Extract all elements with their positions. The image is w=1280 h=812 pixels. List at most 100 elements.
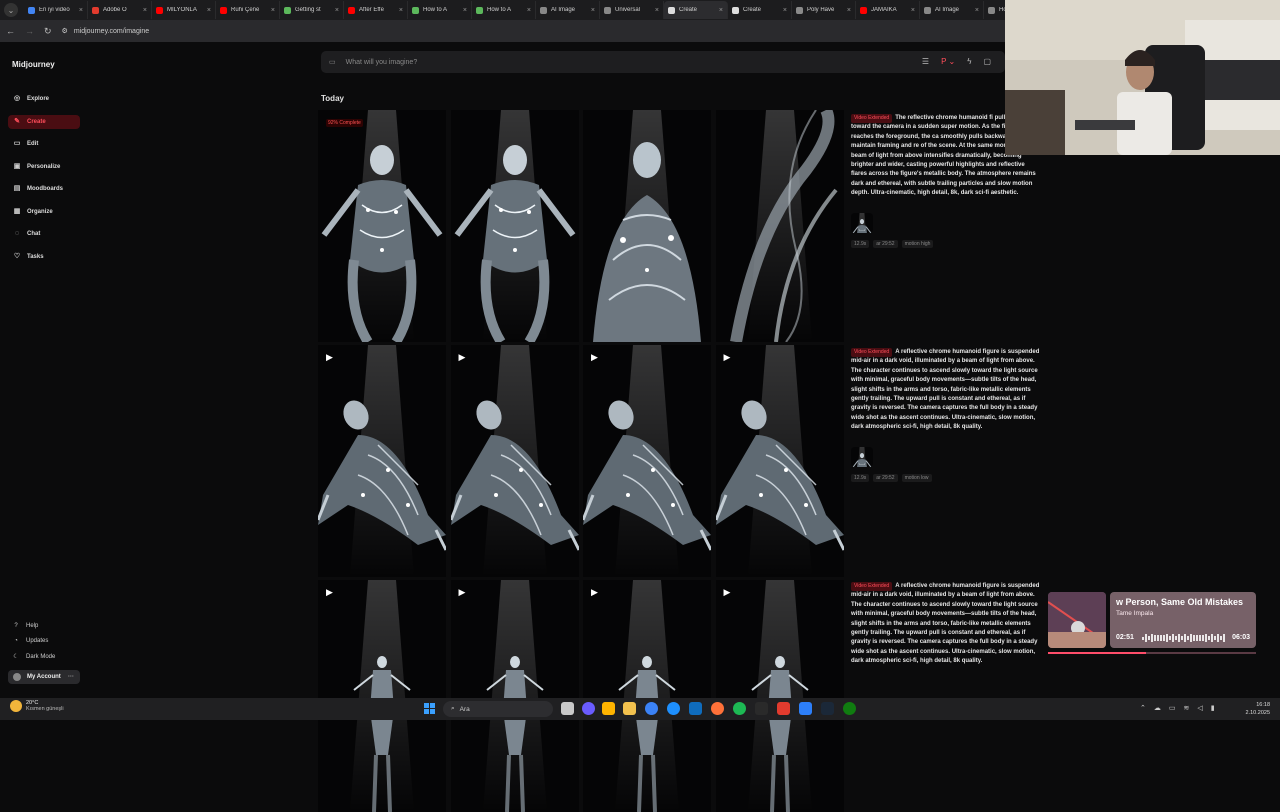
- edge-icon[interactable]: [667, 702, 680, 715]
- close-icon[interactable]: ×: [271, 7, 275, 14]
- play-icon[interactable]: ▶: [459, 352, 466, 363]
- close-icon[interactable]: ×: [783, 7, 787, 14]
- site-info-icon[interactable]: ⚙: [62, 27, 68, 35]
- video-tile[interactable]: ▶: [450, 580, 579, 812]
- chrome-icon[interactable]: [645, 702, 658, 715]
- chat-mode-icon[interactable]: ▢: [983, 57, 991, 66]
- play-icon[interactable]: ▶: [326, 587, 333, 598]
- brand-logo[interactable]: Midjourney: [12, 60, 55, 69]
- browser-tab[interactable]: How to A ×: [472, 1, 536, 19]
- sidebar-item-edit[interactable]: ▭ Edit: [8, 137, 80, 151]
- browser-tab[interactable]: Adobe Ö ×: [88, 1, 152, 19]
- copilot-icon[interactable]: [582, 702, 595, 715]
- sidebar-item-personalize[interactable]: ▣ Personalize: [8, 160, 80, 174]
- sidebar-item-explore[interactable]: ◎ Explore: [8, 92, 80, 106]
- video-tile[interactable]: ▶: [318, 580, 446, 812]
- volume-icon[interactable]: ◁: [1197, 704, 1202, 712]
- close-icon[interactable]: ×: [143, 7, 147, 14]
- sidebar-item-create[interactable]: ✎ Create: [8, 115, 80, 129]
- playback-progress[interactable]: [1048, 652, 1256, 654]
- browser-tab[interactable]: AI Image ×: [536, 1, 600, 19]
- browser-tab[interactable]: How to A ×: [408, 1, 472, 19]
- sidebar-updates[interactable]: ◔ Updates: [12, 638, 48, 644]
- video-tile[interactable]: ▶: [715, 345, 844, 577]
- browser-tab[interactable]: After Effe ×: [344, 1, 408, 19]
- sidebar-item-organize[interactable]: ▦ Organize: [8, 205, 80, 219]
- image-upload-icon[interactable]: ▭: [329, 58, 336, 66]
- waveform[interactable]: [1142, 634, 1226, 642]
- cloud-icon[interactable]: ☁: [1154, 704, 1161, 712]
- video-tile[interactable]: [715, 110, 844, 342]
- video-tile[interactable]: 92% Complete: [318, 110, 446, 342]
- tab-search-icon[interactable]: ⌄: [4, 3, 18, 17]
- close-icon[interactable]: ×: [207, 7, 211, 14]
- close-icon[interactable]: ×: [911, 7, 915, 14]
- sidebar-help[interactable]: ? Help: [12, 623, 38, 629]
- xbox-icon[interactable]: [843, 702, 856, 715]
- play-icon[interactable]: ▶: [724, 587, 731, 598]
- speed-icon[interactable]: ϟ: [967, 57, 971, 66]
- play-icon[interactable]: ▶: [591, 352, 598, 363]
- more-icon[interactable]: ···: [68, 674, 74, 680]
- tray-arrow-icon[interactable]: ⌃: [1140, 704, 1146, 712]
- play-icon[interactable]: ▶: [326, 352, 333, 363]
- browser-tab[interactable]: Universal ×: [600, 1, 664, 19]
- close-icon[interactable]: ×: [399, 7, 403, 14]
- steam-icon[interactable]: [821, 702, 834, 715]
- browser-tab[interactable]: MİLYONLA ×: [152, 1, 216, 19]
- close-icon[interactable]: ×: [719, 7, 723, 14]
- sidebar-dark-mode[interactable]: ☾ Dark Mode: [12, 653, 55, 661]
- close-icon[interactable]: ×: [975, 7, 979, 14]
- prompt-input[interactable]: What will you imagine?: [346, 59, 418, 66]
- url-field[interactable]: ⚙ midjourney.com/imagine: [62, 27, 150, 36]
- play-icon[interactable]: ▶: [459, 587, 466, 598]
- sidebar-item-moodboards[interactable]: ▤ Moodboards: [8, 182, 80, 196]
- network-icon[interactable]: ≋: [1184, 704, 1190, 712]
- adobe-icon[interactable]: [777, 702, 790, 715]
- browser-tab[interactable]: Ruhi Çene ×: [216, 1, 280, 19]
- reference-thumbnail[interactable]: [851, 213, 873, 233]
- browser-tab[interactable]: Create ×: [728, 1, 792, 19]
- display-icon[interactable]: ▭: [1169, 704, 1176, 712]
- browser-tab[interactable]: Create ×: [664, 1, 728, 19]
- browser-tab[interactable]: JAMAİKA ×: [856, 1, 920, 19]
- firefox-icon[interactable]: [711, 702, 724, 715]
- sidebar-item-tasks[interactable]: ♡ Tasks: [8, 250, 80, 264]
- browser-tab[interactable]: En iyi video ×: [24, 1, 88, 19]
- files-app-icon[interactable]: [602, 702, 615, 715]
- taskbar-search[interactable]: ⌕ Ara: [443, 701, 553, 717]
- my-account-button[interactable]: My Account ···: [8, 670, 80, 684]
- play-icon[interactable]: ▶: [724, 352, 731, 363]
- close-icon[interactable]: ×: [847, 7, 851, 14]
- file-explorer-icon[interactable]: [623, 702, 636, 715]
- settings-sliders-icon[interactable]: ☰: [922, 57, 929, 66]
- forward-arrow-icon[interactable]: →: [25, 26, 34, 36]
- close-icon[interactable]: ×: [591, 7, 595, 14]
- browser-tab[interactable]: Getting st ×: [280, 1, 344, 19]
- prompt-text[interactable]: Video Extended A reflective chrome humano…: [851, 582, 1041, 678]
- close-icon[interactable]: ×: [335, 7, 339, 14]
- video-tile[interactable]: ▶: [583, 580, 711, 812]
- video-tile[interactable]: ▶: [583, 345, 711, 577]
- personalize-toggle-icon[interactable]: P ⌄: [941, 57, 955, 66]
- video-tile[interactable]: [450, 110, 579, 342]
- reference-thumbnail[interactable]: [851, 447, 873, 467]
- prompt-text[interactable]: Video Extended A reflective chrome humano…: [851, 348, 1041, 433]
- close-icon[interactable]: ×: [463, 7, 467, 14]
- close-icon[interactable]: ×: [655, 7, 659, 14]
- video-tile[interactable]: ▶: [715, 580, 844, 812]
- close-icon[interactable]: ×: [527, 7, 531, 14]
- windows-start-icon[interactable]: [424, 703, 435, 714]
- sidebar-item-chat[interactable]: ◌ Chat: [8, 227, 80, 241]
- play-icon[interactable]: ▶: [591, 587, 598, 598]
- battery-icon[interactable]: ▮: [1211, 704, 1215, 712]
- browser-tab[interactable]: Poly Have ×: [792, 1, 856, 19]
- store-icon[interactable]: [689, 702, 702, 715]
- weather-widget[interactable]: 20°C Kısmen güneşli: [10, 700, 64, 712]
- back-arrow-icon[interactable]: ←: [6, 26, 15, 36]
- spotify-icon[interactable]: [733, 702, 746, 715]
- browser-tab[interactable]: AI Image ×: [920, 1, 984, 19]
- app-icon[interactable]: [799, 702, 812, 715]
- video-tile[interactable]: [583, 110, 711, 342]
- task-view-icon[interactable]: [561, 702, 574, 715]
